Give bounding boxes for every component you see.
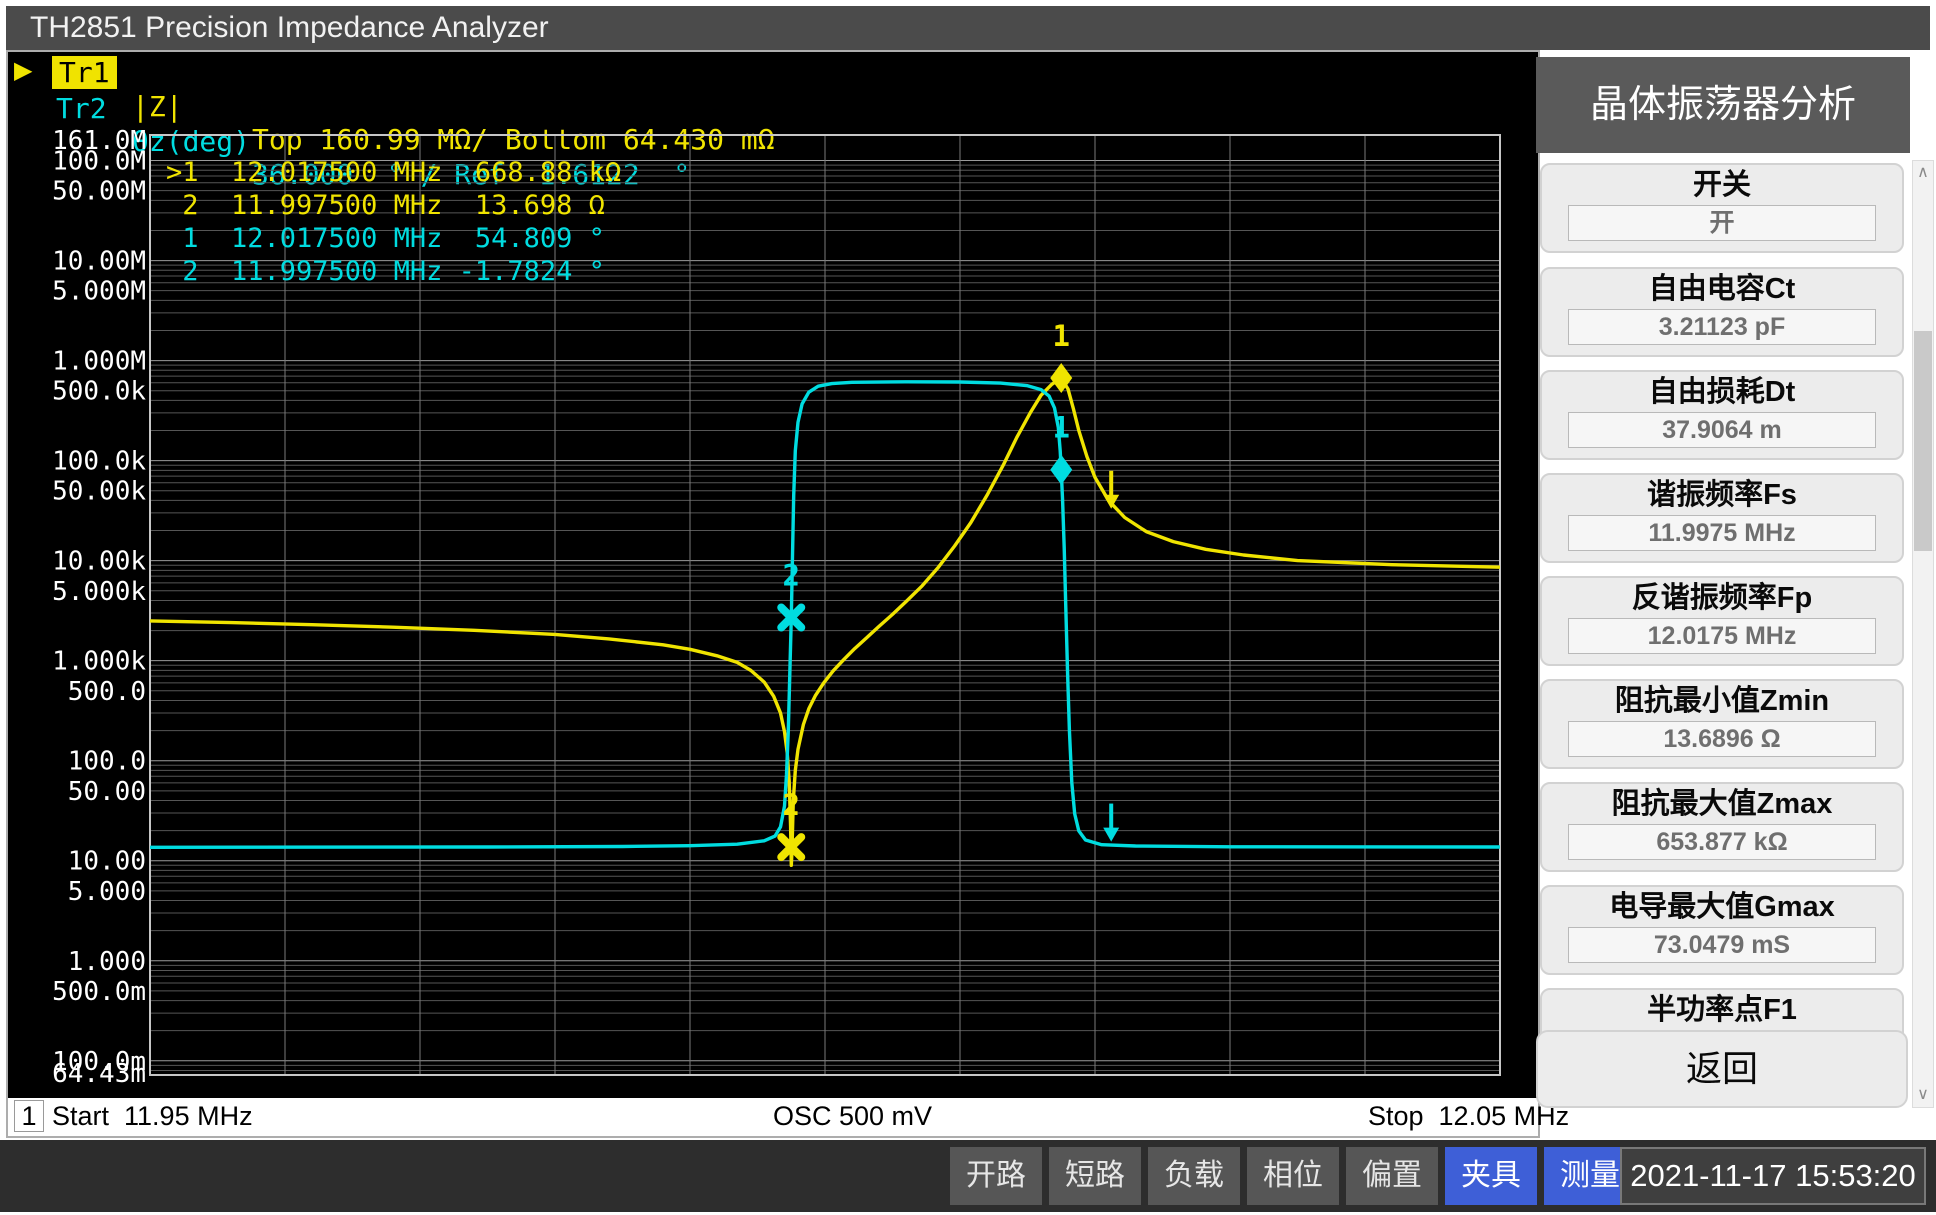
toolbar-button-fixture[interactable]: 夹具 <box>1445 1147 1537 1205</box>
panel-item-label: 自由损耗Dt <box>1542 375 1902 409</box>
display-frame: 1 Start 11.95 MHz OSC 500 mV Stop 12.05 … <box>6 50 1540 1138</box>
tr1-header-row: |Z| Top 160.99 MΩ/ Bottom 64.430 mΩ <box>0 57 67 89</box>
panel-item-label: 阻抗最小值Zmin <box>1542 684 1902 718</box>
scroll-down-icon[interactable]: ∨ <box>1913 1083 1933 1107</box>
panel-scrollbar[interactable]: ∧ ∨ <box>1912 160 1934 1108</box>
panel-title: 晶体振荡器分析 <box>1536 57 1910 153</box>
panel-item-value: 653.877 kΩ <box>1568 824 1876 860</box>
tr2-header-row: θz(deg) 36.000 ° / Ref 1.6122 ° <box>0 92 67 124</box>
scroll-up-icon[interactable]: ∧ <box>1913 161 1933 185</box>
panel-item-value: 3.21123 pF <box>1568 309 1876 345</box>
sweep-start-label: Start 11.95 MHz <box>52 1101 253 1132</box>
panel-item-free-loss[interactable]: 自由损耗Dt 37.9064 m <box>1540 370 1904 460</box>
tr2-scale: 36.000 ° / Ref 1.6122 ° <box>252 158 690 191</box>
toolbar-button-bias[interactable]: 偏置 <box>1346 1147 1438 1205</box>
sweep-stop-label: Stop 12.05 MHz <box>1368 1101 1569 1132</box>
panel-item-free-capacitance[interactable]: 自由电容Ct 3.21123 pF <box>1540 267 1904 357</box>
panel-item-label: 反谐振频率Fp <box>1542 581 1902 615</box>
panel-item-label: 自由电容Ct <box>1542 272 1902 306</box>
panel-item-label: 开关 <box>1542 168 1902 202</box>
toolbar-button-phase[interactable]: 相位 <box>1247 1147 1339 1205</box>
back-button[interactable]: 返回 <box>1536 1030 1908 1108</box>
toolbar-button-open-circuit[interactable]: 开路 <box>950 1147 1042 1205</box>
analyzer-screen: TH2851 Precision Impedance Analyzer 1 St… <box>0 0 1936 1215</box>
panel-item-gmax[interactable]: 电导最大值Gmax 73.0479 mS <box>1540 885 1904 975</box>
tr1-measurement: |Z| <box>132 90 183 123</box>
channel-indicator: 1 <box>14 1100 44 1132</box>
toolbar-button-short-circuit[interactable]: 短路 <box>1049 1147 1141 1205</box>
panel-item-label: 谐振频率Fs <box>1542 478 1902 512</box>
panel-item-zmin[interactable]: 阻抗最小值Zmin 13.6896 Ω <box>1540 679 1904 769</box>
panel-item-label: 阻抗最大值Zmax <box>1542 787 1902 821</box>
panel-item-antiresonant-freq-fp[interactable]: 反谐振频率Fp 12.0175 MHz <box>1540 576 1904 666</box>
window-title: TH2851 Precision Impedance Analyzer <box>30 11 549 44</box>
panel-item-value: 37.9064 m <box>1568 412 1876 448</box>
panel-item-switch[interactable]: 开关 开 <box>1540 163 1904 253</box>
scrollbar-thumb[interactable] <box>1914 331 1932 551</box>
datetime-display: 2021-11-17 15:53:20 <box>1620 1147 1926 1205</box>
panel-item-value: 12.0175 MHz <box>1568 618 1876 654</box>
sweep-status-bar: 1 Start 11.95 MHz OSC 500 mV Stop 12.05 … <box>8 1098 1538 1134</box>
instrument-display <box>8 52 1538 1098</box>
panel-item-value: 11.9975 MHz <box>1568 515 1876 551</box>
panel-item-label: 半功率点F1 <box>1542 993 1902 1027</box>
tr1-scale: Top 160.99 MΩ/ Bottom 64.430 mΩ <box>252 123 775 156</box>
toolbar-button-load[interactable]: 负载 <box>1148 1147 1240 1205</box>
osc-level-label: OSC 500 mV <box>773 1101 932 1132</box>
tr2-measurement: θz(deg) <box>132 125 250 158</box>
panel-item-resonant-freq-fs[interactable]: 谐振频率Fs 11.9975 MHz <box>1540 473 1904 563</box>
panel-item-value: 开 <box>1568 205 1876 241</box>
panel-item-value: 13.6896 Ω <box>1568 721 1876 757</box>
panel-item-zmax[interactable]: 阻抗最大值Zmax 653.877 kΩ <box>1540 782 1904 872</box>
panel-item-label: 电导最大值Gmax <box>1542 890 1902 924</box>
window-titlebar: TH2851 Precision Impedance Analyzer <box>6 6 1930 50</box>
panel-item-value: 73.0479 mS <box>1568 927 1876 963</box>
